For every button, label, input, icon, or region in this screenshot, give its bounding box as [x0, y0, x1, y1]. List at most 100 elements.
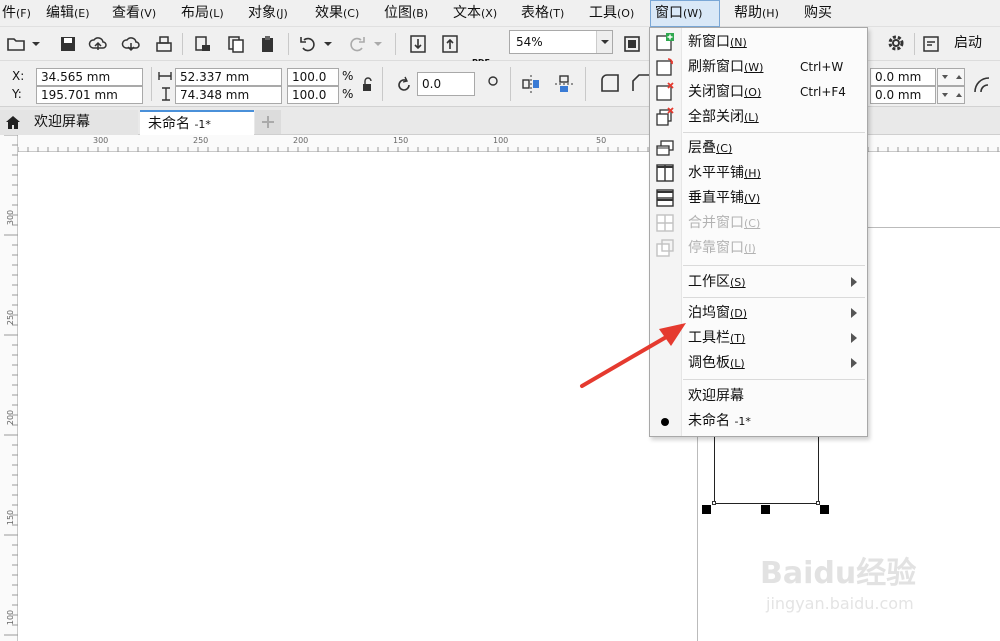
selection-handle[interactable] — [761, 505, 770, 514]
new-tab-button[interactable] — [255, 110, 281, 134]
copy-icon[interactable] — [226, 34, 246, 54]
tile-vertical-icon — [656, 189, 674, 207]
close-all-key: (L) — [744, 111, 759, 124]
cloud-upload-icon[interactable] — [88, 34, 108, 54]
menu-table-label: 表格 — [521, 5, 549, 21]
menu-item-close-all[interactable]: 全部关闭(L) — [650, 105, 867, 129]
ruler-h-label: 150 — [393, 136, 409, 145]
tab-untitled-label: 未命名 — [148, 116, 190, 132]
menu-item-workspace[interactable]: 工作区(S) — [650, 270, 867, 294]
redo-icon[interactable] — [347, 34, 367, 54]
corner-2-spinner[interactable] — [937, 86, 965, 104]
zoom-level-select[interactable]: 54% — [509, 30, 613, 54]
selection-handle[interactable] — [702, 505, 711, 514]
menu-bitmaps[interactable]: 位图(B) — [380, 0, 432, 27]
home-icon — [6, 116, 20, 129]
rotation-field[interactable]: 0.0 — [417, 72, 475, 96]
import-arrow-icon[interactable] — [408, 34, 428, 54]
menu-table[interactable]: 表格(T) — [517, 0, 568, 27]
selection-handle[interactable] — [820, 505, 829, 514]
undo-dropdown-icon[interactable] — [322, 34, 334, 54]
menu-table-key: (T) — [549, 7, 565, 20]
scale-y-field[interactable]: 100.0 — [287, 86, 339, 104]
menu-item-cascade[interactable]: 层叠(C) — [650, 136, 867, 160]
menu-item-toolbars[interactable]: 工具栏(T) — [650, 326, 867, 350]
dock-windows-icon — [656, 239, 674, 257]
vertical-ruler[interactable]: 300 250 200 150 100 — [0, 135, 18, 641]
menu-edit-label: 编辑 — [46, 5, 74, 21]
color-palettes-label: 调色板 — [688, 355, 730, 371]
menu-tools[interactable]: 工具(O) — [585, 0, 638, 27]
redo-dropdown-icon[interactable] — [372, 34, 384, 54]
menu-effects[interactable]: 效果(C) — [311, 0, 363, 27]
corner-scale-icon[interactable] — [972, 75, 994, 95]
tile-vertical-key: (V) — [744, 192, 761, 205]
menu-item-welcome-screen[interactable]: 欢迎屏幕 — [650, 384, 867, 408]
scale-x-field[interactable]: 100.0 — [287, 68, 339, 86]
tab-untitled-1[interactable]: 未命名 -1* — [140, 110, 254, 135]
menu-buy[interactable]: 购买 — [800, 0, 836, 27]
selected-rectangle[interactable] — [714, 433, 819, 504]
full-screen-icon[interactable] — [622, 34, 642, 54]
print-icon[interactable] — [154, 34, 174, 54]
ruler-h-label: 200 — [293, 136, 309, 145]
tab-untitled-suffix: -1* — [194, 118, 211, 131]
menu-layout[interactable]: 布局(L) — [177, 0, 228, 27]
cloud-download-icon[interactable] — [121, 34, 141, 54]
export-arrow-icon[interactable] — [440, 34, 460, 54]
menu-separator — [683, 379, 865, 380]
ruler-h-label: 50 — [596, 136, 607, 145]
height-field[interactable]: 74.348 mm — [175, 86, 282, 104]
import-icon[interactable] — [193, 34, 213, 54]
lock-ratio-icon[interactable] — [361, 77, 373, 93]
chevron-down-icon[interactable] — [30, 34, 42, 54]
menu-edit[interactable]: 编辑(E) — [42, 0, 94, 27]
menu-window[interactable]: 窗口(W) — [650, 0, 720, 27]
scallop-corner-icon[interactable] — [630, 71, 650, 95]
new-window-label: 新窗口 — [688, 34, 730, 50]
corner-1-spinner[interactable] — [937, 68, 965, 86]
menu-item-new-window[interactable]: 新窗口(N) — [650, 30, 867, 54]
menu-item-color-palettes[interactable]: 调色板(L) — [650, 351, 867, 375]
y-position-field[interactable]: 195.701 mm — [36, 86, 143, 104]
combine-windows-key: (C) — [744, 217, 761, 230]
corner-2-value: 0.0 mm — [875, 88, 922, 102]
ruler-v-label: 250 — [6, 309, 16, 326]
x-position-field[interactable]: 34.565 mm — [36, 68, 143, 86]
welcome-screen-label: 欢迎屏幕 — [688, 388, 744, 404]
menu-item-tile-vertical[interactable]: 垂直平铺(V) — [650, 186, 867, 210]
open-folder-icon[interactable] — [6, 34, 26, 54]
width-field[interactable]: 52.337 mm — [175, 68, 282, 86]
gear-icon[interactable] — [886, 33, 906, 53]
submenu-arrow-icon — [851, 308, 857, 318]
corner-radius-field-1[interactable]: 0.0 mm — [870, 68, 936, 86]
menu-item-close-window[interactable]: 关闭窗口(O) Ctrl+F4 — [650, 80, 867, 104]
mirror-vertical-icon[interactable] — [553, 73, 575, 95]
menu-text[interactable]: 文本(X) — [449, 0, 501, 27]
paste-icon[interactable] — [258, 34, 278, 54]
height-value: 74.348 mm — [180, 88, 250, 102]
menu-item-untitled-1[interactable]: 未命名 -1* — [650, 409, 867, 433]
undo-icon[interactable] — [298, 34, 318, 54]
menu-item-refresh-window[interactable]: 刷新窗口(W) Ctrl+W — [650, 55, 867, 79]
close-window-icon — [656, 82, 674, 101]
tab-welcome-screen[interactable]: 欢迎屏幕 — [0, 110, 138, 135]
close-window-key: (O) — [744, 86, 762, 99]
menu-object[interactable]: 对象(J) — [244, 0, 292, 27]
node-handle[interactable] — [712, 501, 716, 505]
menu-help[interactable]: 帮助(H) — [730, 0, 783, 27]
mirror-horizontal-icon[interactable] — [520, 73, 542, 95]
menu-window-label: 窗口 — [655, 5, 683, 21]
corner-radius-field-2[interactable]: 0.0 mm — [870, 86, 936, 104]
menu-file-key: (F) — [16, 7, 31, 20]
menu-item-dockers[interactable]: 泊坞窗(D) — [650, 301, 867, 325]
menu-view[interactable]: 查看(V) — [108, 0, 160, 27]
zoom-dropdown-button[interactable] — [596, 31, 612, 53]
menu-file[interactable]: 件(F) — [0, 0, 35, 27]
save-icon[interactable] — [58, 34, 78, 54]
menu-item-tile-horizontal[interactable]: 水平平铺(H) — [650, 161, 867, 185]
round-corner-icon[interactable] — [598, 71, 622, 95]
dock-windows-key: (I) — [744, 242, 756, 255]
close-window-label: 关闭窗口 — [688, 84, 744, 100]
baidu-watermark-logo: Baidu经验 — [760, 548, 916, 592]
